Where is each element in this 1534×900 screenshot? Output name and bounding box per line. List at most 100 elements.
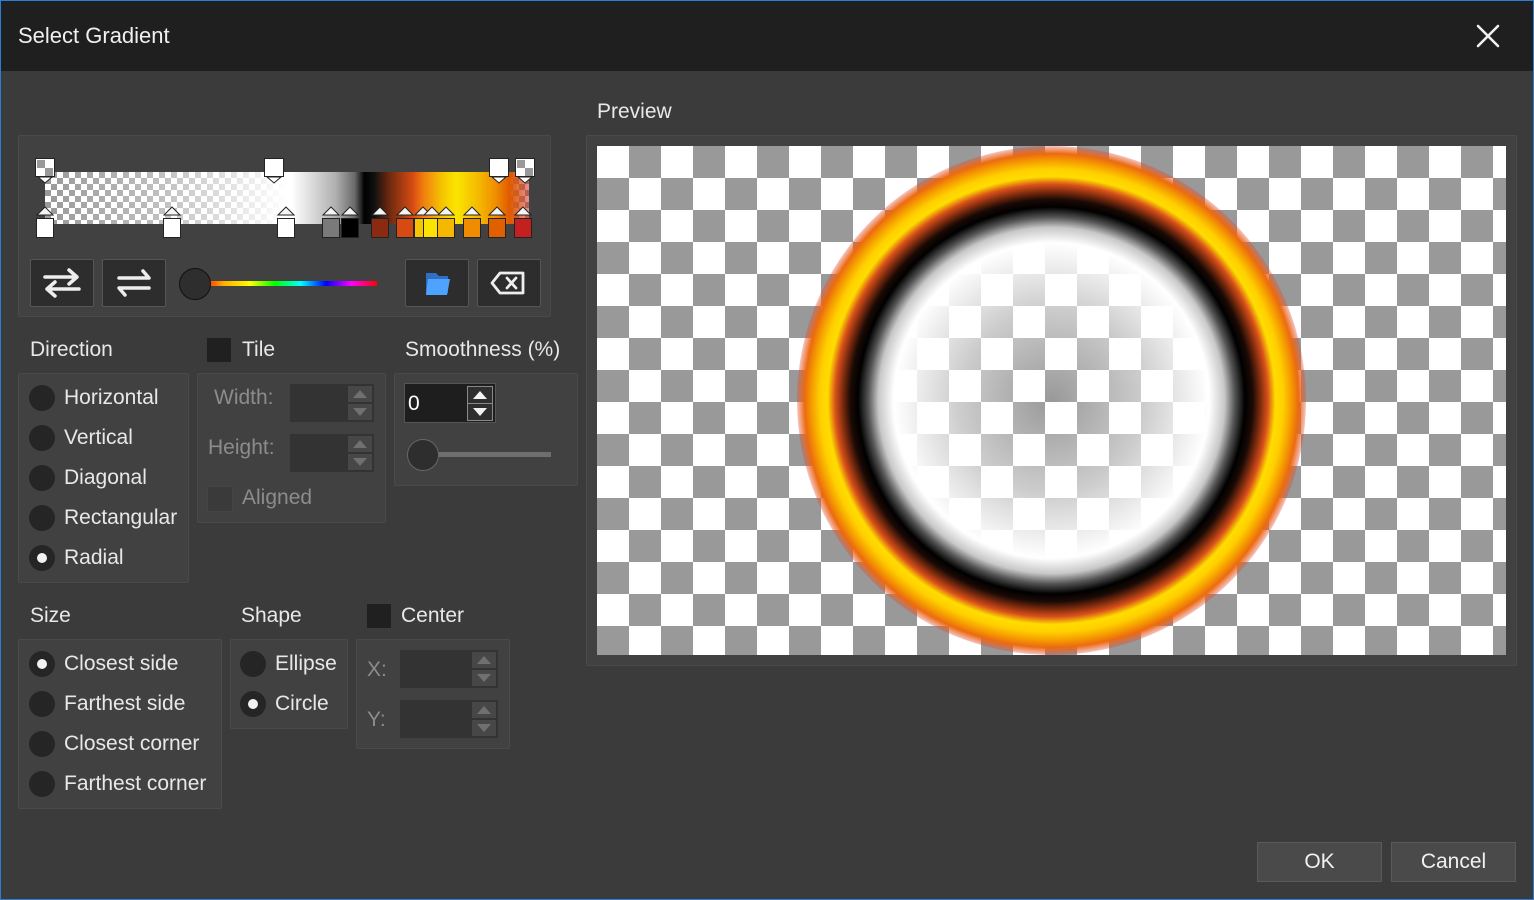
gradient-top-stop[interactable] [489,158,509,184]
chevron-down-icon [353,408,367,416]
gradient-bottom-stop[interactable] [513,206,533,238]
direction-option-label: Vertical [64,426,133,449]
smoothness-input[interactable]: 0 [404,383,496,423]
chevron-up-icon [353,440,367,448]
direction-radio-rectangular[interactable] [29,505,55,531]
center-checkbox[interactable] [367,604,391,628]
smoothness-down[interactable] [467,403,493,421]
direction-option-label: Radial [64,546,124,569]
ok-button[interactable]: OK [1257,842,1382,882]
tile-height-label: Height: [208,436,275,459]
direction-option-label: Horizontal [64,386,159,409]
size-label: Size [30,604,71,627]
delete-stop-button[interactable] [477,259,541,307]
shape-option-label: Ellipse [275,652,337,675]
gradient-bottom-stop[interactable] [487,206,507,238]
size-radio-farthest-side[interactable] [29,691,55,717]
smoothness-up[interactable] [467,386,493,404]
select-gradient-dialog: Select Gradient Direction Horizontal Ver… [0,0,1534,900]
center-y-input[interactable] [400,700,498,738]
tile-width-input[interactable] [290,384,374,422]
direction-label: Direction [30,338,113,361]
gradient-bottom-stop[interactable] [276,206,296,238]
size-group: Closest side Farthest side Closest corner F… [18,639,222,809]
smoothness-label: Smoothness (%) [405,338,561,361]
dialog-title: Select Gradient [18,23,170,48]
size-option-label: Closest corner [64,732,200,755]
center-label: Center [401,604,465,627]
gradient-bottom-stop[interactable] [370,206,390,238]
smoothness-value: 0 [408,392,420,415]
chevron-up-icon [473,391,487,399]
tile-width-down[interactable] [348,404,372,420]
hue-slider-thumb[interactable] [179,268,211,300]
tile-label: Tile [242,338,276,361]
tile-checkbox[interactable] [207,338,231,362]
backspace-icon [490,271,525,295]
gradient-top-stop[interactable] [515,158,535,184]
hue-slider[interactable] [179,268,379,300]
tile-width-up[interactable] [348,386,372,402]
chevron-up-icon [477,706,491,714]
tile-height-input[interactable] [290,434,374,472]
direction-radio-vertical[interactable] [29,425,55,451]
size-option-label: Farthest side [64,692,186,715]
tile-width-label: Width: [214,386,274,409]
center-x-up[interactable] [472,652,496,668]
gradient-top-stop[interactable] [264,158,284,184]
close-icon[interactable] [1473,21,1503,51]
gradient-top-stop[interactable] [35,158,55,184]
title-bar: Select Gradient [1,1,1533,71]
reverse-button[interactable] [30,259,94,307]
preview-label: Preview [597,100,672,123]
folder-icon [426,273,450,295]
smoothness-group: 0 [394,373,578,486]
smoothness-slider-thumb[interactable] [407,439,439,471]
aligned-checkbox[interactable] [207,486,233,512]
tile-group: Width: Height: Aligned [197,373,386,523]
gradient-bottom-stop[interactable] [321,206,341,238]
center-x-down[interactable] [472,670,496,686]
gradient-bottom-stop[interactable] [436,206,456,238]
aligned-label: Aligned [242,486,313,509]
direction-radio-horizontal[interactable] [29,385,55,411]
size-option-label: Closest side [64,652,179,675]
gradient-bottom-stop[interactable] [162,206,182,238]
center-x-input[interactable] [400,650,498,688]
gradient-bottom-stop[interactable] [35,206,55,238]
size-radio-closest-corner[interactable] [29,731,55,757]
chevron-down-icon [353,458,367,466]
gradient-bottom-stop[interactable] [462,206,482,238]
mirror-button[interactable] [102,259,166,307]
center-y-up[interactable] [472,702,496,718]
direction-option-label: Diagonal [64,466,147,489]
gradient-bottom-stop[interactable] [395,206,415,238]
gradient-bottom-stop[interactable] [340,206,360,238]
mirror-arrows-icon [117,269,151,297]
direction-option-label: Rectangular [64,506,178,529]
gradient-bottom-stops [19,206,550,242]
direction-radio-radial[interactable] [29,545,55,571]
preview-panel [586,135,1517,666]
radial-gradient-preview [797,146,1306,655]
center-y-label: Y: [367,708,386,731]
center-group: X: Y: [356,639,510,749]
chevron-up-icon [477,656,491,664]
chevron-down-icon [477,674,491,682]
center-y-down[interactable] [472,720,496,736]
shape-radio-circle[interactable] [240,691,266,717]
preview-canvas [597,146,1506,655]
reverse-arrows-icon [43,268,81,298]
load-gradient-button[interactable] [405,259,469,307]
shape-option-label: Circle [275,692,329,715]
tile-height-up[interactable] [348,436,372,452]
size-radio-closest-side[interactable] [29,651,55,677]
size-radio-farthest-corner[interactable] [29,771,55,797]
hue-slider-track [199,281,377,286]
direction-group: Horizontal Vertical Diagonal Rectangular Rad… [18,373,189,583]
shape-radio-ellipse[interactable] [240,651,266,677]
cancel-button[interactable]: Cancel [1391,842,1516,882]
chevron-up-icon [353,390,367,398]
direction-radio-diagonal[interactable] [29,465,55,491]
tile-height-down[interactable] [348,454,372,470]
